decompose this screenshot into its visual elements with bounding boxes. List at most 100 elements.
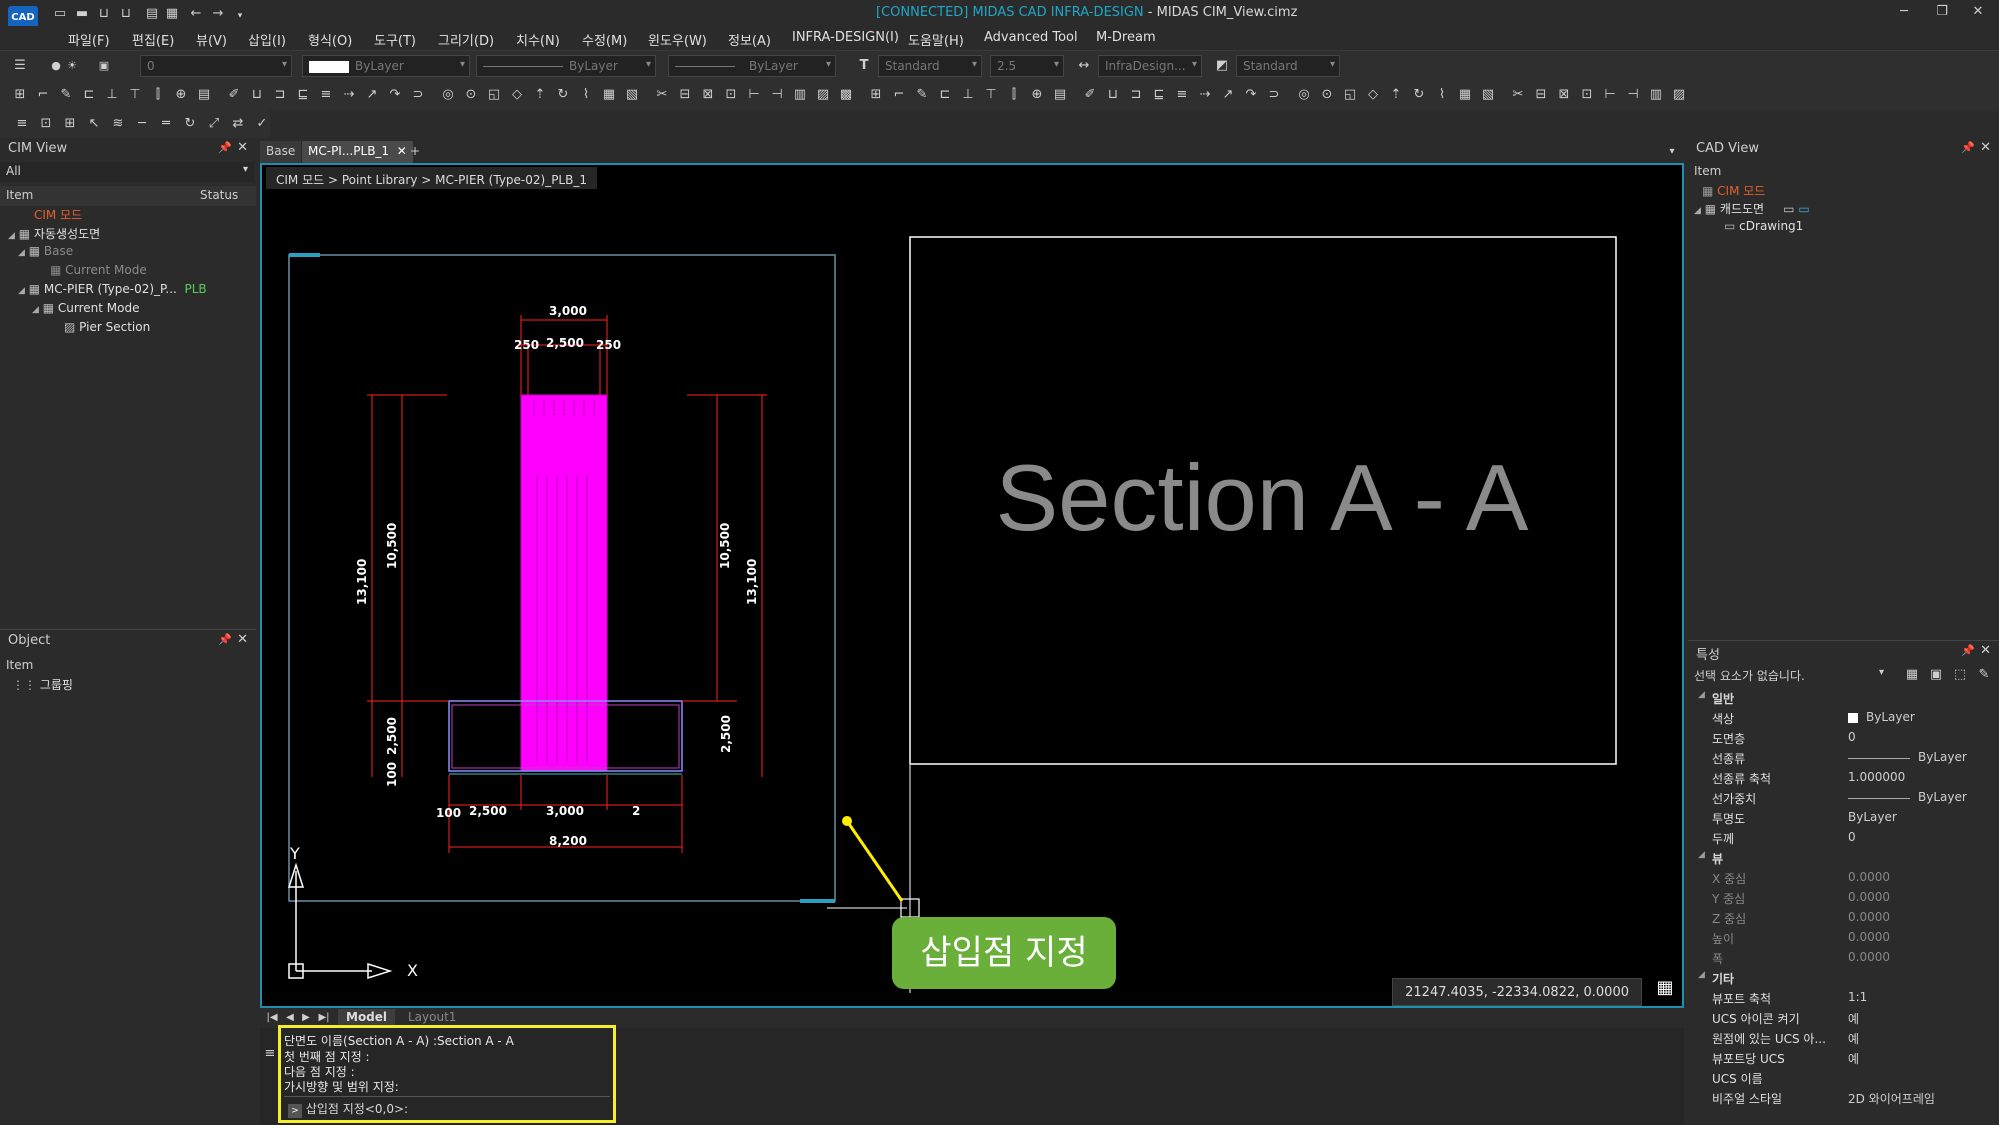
tool-icon[interactable]: ⊐ <box>272 87 288 103</box>
redo-icon[interactable]: → <box>210 6 226 22</box>
open-folder-icon[interactable]: ▬ <box>74 6 90 22</box>
tool-icon[interactable]: ◱ <box>1342 87 1358 103</box>
snap-tool-icon[interactable]: ⊞ <box>62 116 78 132</box>
menu-modify[interactable]: 수정(M) <box>582 30 627 49</box>
undo-icon[interactable]: ← <box>188 6 204 22</box>
close-panel-icon[interactable]: ✕ <box>1980 643 1991 658</box>
tool-icon[interactable]: ⇡ <box>532 87 548 103</box>
tool-icon[interactable]: ⊞ <box>868 87 884 103</box>
property-value[interactable]: ByLayer <box>1866 710 1915 724</box>
tool-icon[interactable]: ⊃ <box>410 87 426 103</box>
collapse-icon[interactable]: ◢ <box>1698 850 1705 860</box>
tool-icon[interactable]: ⊑ <box>295 87 311 103</box>
property-row[interactable]: 도면층 0 <box>1690 730 1990 750</box>
menu-window[interactable]: 윈도우(W) <box>648 30 707 49</box>
add-tab-button[interactable]: + <box>404 141 426 163</box>
property-value[interactable]: 1:1 <box>1848 990 1867 1004</box>
tool-icon[interactable]: ⊟ <box>1533 87 1549 103</box>
tool-icon[interactable]: ↻ <box>555 87 571 103</box>
property-value[interactable]: ByLayer <box>1918 790 1967 804</box>
tool-icon[interactable]: ⊏ <box>81 87 97 103</box>
tool-icon[interactable]: ▦ <box>1457 87 1473 103</box>
tool-icon[interactable]: ◇ <box>509 87 525 103</box>
tool-icon[interactable]: ⊕ <box>1029 87 1045 103</box>
property-value[interactable]: 예 <box>1848 1050 1859 1067</box>
property-row[interactable]: 폭 0.0000 <box>1690 950 1990 970</box>
tree-item-cim-mode[interactable]: CIM 모드 <box>34 206 82 223</box>
object-item-grouping[interactable]: ⋮⋮ 그룹핑 <box>12 676 73 693</box>
tool-icon[interactable]: ⊠ <box>700 87 716 103</box>
tool-icon[interactable]: ⊟ <box>677 87 693 103</box>
snap-tool-icon[interactable]: ≋ <box>110 116 126 132</box>
property-row[interactable]: 선종류 ByLayer <box>1690 750 1990 770</box>
tool-icon[interactable]: ◎ <box>440 87 456 103</box>
tool-icon[interactable]: ✐ <box>226 87 242 103</box>
close-panel-icon[interactable]: ✕ <box>237 140 248 155</box>
tool-icon[interactable]: ◎ <box>1296 87 1312 103</box>
property-row[interactable]: X 중심 0.0000 <box>1690 870 1990 890</box>
tool-icon[interactable]: ⊡ <box>723 87 739 103</box>
tree-item-current-mode[interactable]: ◢ ▦ Current Mode <box>32 301 140 315</box>
lightbulb-icon[interactable]: ● <box>48 58 64 74</box>
print-preview-icon[interactable]: ▦ <box>164 6 180 22</box>
layout-icon[interactable]: ▭ <box>1783 202 1794 216</box>
property-value[interactable]: 0 <box>1848 830 1856 844</box>
lineweight-select[interactable]: ByLayer ▾ <box>668 55 836 77</box>
tool-icon[interactable]: ⊠ <box>1556 87 1572 103</box>
tool-icon[interactable]: ⊕ <box>173 87 189 103</box>
property-row[interactable]: Z 중심 0.0000 <box>1690 910 1990 930</box>
property-value[interactable]: 2D 와이어프레임 <box>1848 1090 1935 1107</box>
snap-tool-icon[interactable]: ↖ <box>86 116 102 132</box>
cad-tree-drawing[interactable]: ◢ ▦ 캐드도면 ▭ ▭ <box>1694 200 1810 217</box>
select-objects-icon[interactable]: ⬚ <box>1952 667 1968 683</box>
snap-tool-icon[interactable]: ─ <box>134 116 150 132</box>
tool-icon[interactable]: ⌇ <box>1434 87 1450 103</box>
tool-icon[interactable]: ▨ <box>1671 87 1687 103</box>
snap-tool-icon[interactable]: ↻ <box>182 116 198 132</box>
tool-icon[interactable]: ≡ <box>318 87 334 103</box>
property-value[interactable]: 0.0000 <box>1848 870 1890 884</box>
tree-item-mc-pier[interactable]: ◢ ▦ MC-PIER (Type-02)_P... PLB <box>18 282 207 296</box>
lock-icon[interactable]: ▣ <box>96 58 112 74</box>
tool-icon[interactable]: ▨ <box>815 87 831 103</box>
tool-icon[interactable]: ⫿ <box>150 87 166 103</box>
sun-icon[interactable]: ☀ <box>64 58 80 74</box>
pin-icon[interactable]: 📌 <box>218 141 232 154</box>
tool-icon[interactable]: ▧ <box>1480 87 1496 103</box>
tool-icon[interactable]: ▤ <box>196 87 212 103</box>
tab-base[interactable]: Base <box>260 141 302 163</box>
property-value[interactable]: 예 <box>1848 1030 1859 1047</box>
property-row[interactable]: 색상 ByLayer <box>1690 710 1990 730</box>
tool-icon[interactable]: ↗ <box>364 87 380 103</box>
linetype-select[interactable]: ByLayer ▾ <box>476 55 656 77</box>
menu-info[interactable]: 정보(A) <box>728 30 771 49</box>
property-row[interactable]: UCS 아이콘 켜기 예 <box>1690 1010 1990 1030</box>
tool-icon[interactable]: ⌐ <box>891 87 907 103</box>
pin-icon[interactable]: 📌 <box>1961 141 1975 154</box>
tool-icon[interactable]: ✐ <box>1082 87 1098 103</box>
property-row[interactable]: 높이 0.0000 <box>1690 930 1990 950</box>
tree-item-auto-drawing[interactable]: ◢ ▦ 자동생성도면 <box>8 225 100 242</box>
tool-icon[interactable]: ▦ <box>601 87 617 103</box>
tool-icon[interactable]: ⊙ <box>1319 87 1335 103</box>
tool-icon[interactable]: ↷ <box>1243 87 1259 103</box>
tool-icon[interactable]: ⇢ <box>341 87 357 103</box>
property-row[interactable]: UCS 이름 <box>1690 1070 1990 1090</box>
property-row[interactable]: 선종류 축척 1.000000 <box>1690 770 1990 790</box>
dim-style-select[interactable]: InfraDesign... ▾ <box>1098 55 1202 77</box>
snap-tool-icon[interactable]: ⇄ <box>230 116 246 132</box>
tool-icon[interactable]: ▧ <box>624 87 640 103</box>
save-as-icon[interactable]: ⊔ <box>118 6 134 22</box>
selection-select[interactable]: 선택 요소가 없습니다. ▾ <box>1688 665 1888 685</box>
tool-icon[interactable]: ▥ <box>792 87 808 103</box>
property-row[interactable]: 뷰포트 축척 1:1 <box>1690 990 1990 1010</box>
tool-icon[interactable]: ⇡ <box>1388 87 1404 103</box>
property-section-view[interactable]: ◢ 뷰 <box>1690 850 1990 870</box>
tool-icon[interactable]: ⊏ <box>937 87 953 103</box>
layer-select[interactable]: 0 ▾ <box>140 55 292 77</box>
tool-icon[interactable]: ⊑ <box>1151 87 1167 103</box>
property-row[interactable]: 비주얼 스타일 2D 와이어프레임 <box>1690 1090 1990 1110</box>
cad-tree-cdrawing1[interactable]: ▭ cDrawing1 <box>1724 219 1803 233</box>
property-value[interactable]: 예 <box>1848 1010 1859 1027</box>
property-section-misc[interactable]: ◢ 기타 <box>1690 970 1990 990</box>
